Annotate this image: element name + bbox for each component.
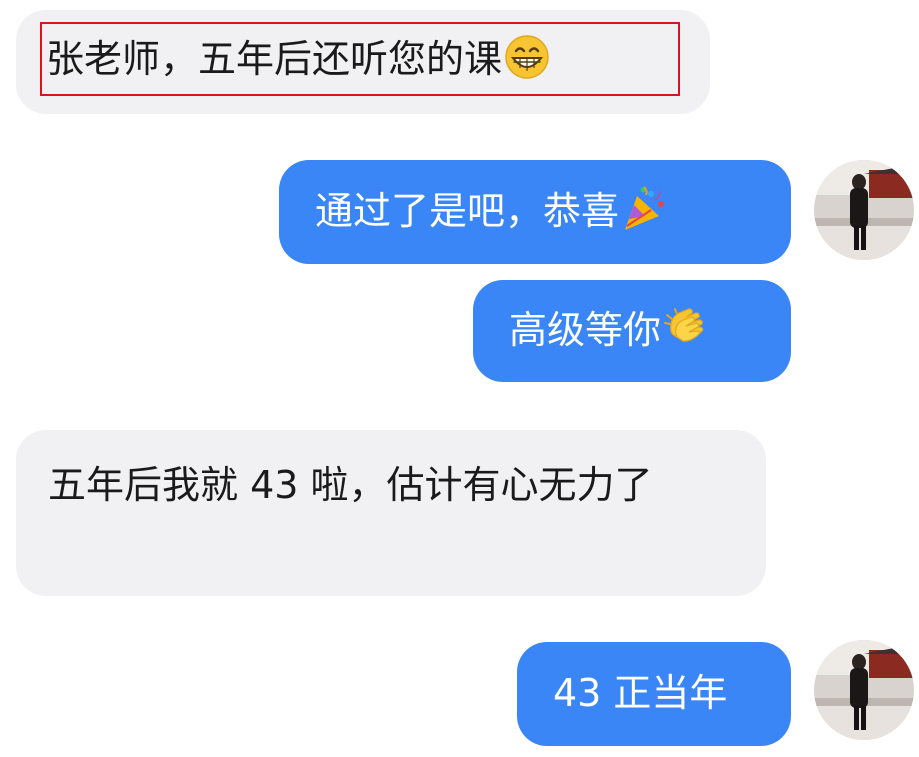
- message-text: 43 正当年: [553, 671, 728, 715]
- party-popper-icon: [621, 186, 667, 232]
- message-text: 高级等你: [509, 308, 662, 352]
- outgoing-message-bubble[interactable]: 高级等你: [473, 280, 791, 382]
- highlight-box: [40, 22, 680, 96]
- outgoing-message-bubble[interactable]: 43 正当年: [517, 642, 791, 746]
- avatar[interactable]: [814, 160, 914, 260]
- clapping-hands-icon: [663, 305, 709, 351]
- incoming-message-bubble[interactable]: 五年后我就 43 啦，估计有心无力了: [16, 430, 766, 596]
- message-text: 五年后我就 43 啦，估计有心无力了: [48, 463, 653, 507]
- outgoing-message-bubble[interactable]: 通过了是吧，恭喜: [279, 160, 791, 264]
- message-text: 通过了是吧，恭喜: [315, 189, 620, 233]
- avatar[interactable]: [814, 640, 914, 740]
